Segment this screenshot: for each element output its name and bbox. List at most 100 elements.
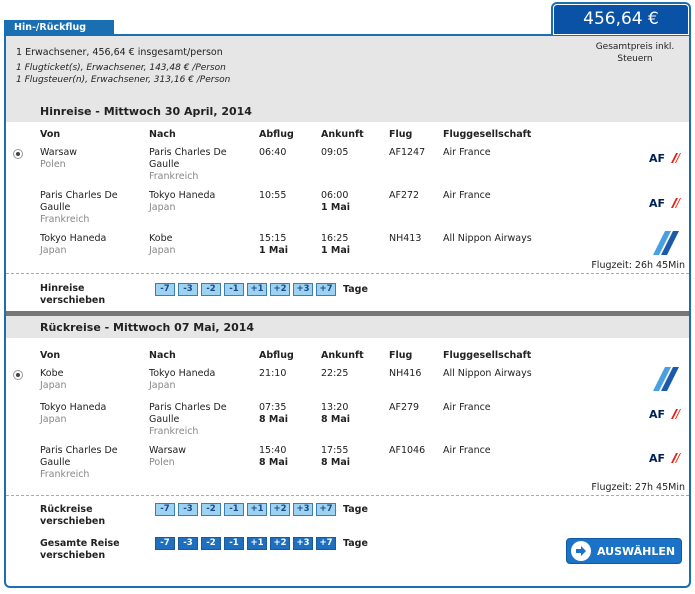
shift-minus-7[interactable]: -7 — [155, 503, 175, 516]
shift-minus-3[interactable]: -3 — [178, 503, 198, 516]
tage-label: Tage — [343, 284, 368, 295]
shift-minus-3[interactable]: -3 — [178, 283, 198, 296]
shift-plus-3[interactable]: +3 — [293, 283, 313, 296]
segment-from: Warsaw Polen — [40, 147, 78, 170]
shift-plus-2[interactable]: +2 — [270, 537, 290, 550]
segment-departure: 15:40 8 Mai — [259, 445, 289, 468]
shift-plus-1[interactable]: +1 — [247, 537, 267, 550]
col-flug: Flug — [389, 350, 413, 361]
summary-total-line: 1 Erwachsener, 456,64 € insgesamt/person — [16, 47, 223, 58]
outbound-radio[interactable] — [13, 149, 23, 159]
air-france-logo: AF — [649, 152, 681, 164]
shift-plus-7[interactable]: +7 — [316, 503, 336, 516]
shift-plus-1[interactable]: +1 — [247, 503, 267, 516]
return-header: Rückreise - Mittwoch 07 Mai, 2014 — [6, 316, 689, 338]
segment-airline: All Nippon Airways — [443, 233, 532, 244]
shift-minus-2[interactable]: -2 — [201, 503, 221, 516]
segment-departure: 15:15 1 Mai — [259, 233, 289, 256]
air-france-logo: AF — [649, 452, 681, 464]
segment-airline: Air France — [443, 147, 491, 158]
outbound-title: Hinreise - Mittwoch 30 April, 2014 — [40, 105, 252, 118]
segment-departure: 07:35 8 Mai — [259, 402, 289, 425]
total-price: 456,64 € — [554, 5, 688, 34]
air-france-logo: AF — [649, 197, 681, 209]
segment-flight-number: AF272 — [389, 190, 420, 201]
col-airline: Fluggesellschaft — [443, 350, 532, 361]
segment-airline: Air France — [443, 190, 491, 201]
divider — [6, 495, 689, 496]
segment-flight-number: AF1247 — [389, 147, 426, 158]
segment-from: Paris Charles De Gaulle Frankreich — [40, 445, 118, 480]
segment-flight-number: AF1046 — [389, 445, 426, 456]
shift-minus-1[interactable]: -1 — [224, 283, 244, 296]
shift-plus-3[interactable]: +3 — [293, 537, 313, 550]
return-shift-options: -7 -3 -2 -1 +1 +2 +3 +7 Tage — [155, 503, 368, 516]
flight-result-panel: 1 Erwachsener, 456,64 € insgesamt/person… — [4, 36, 691, 588]
ana-logo — [653, 231, 679, 255]
segment-flight-number: AF279 — [389, 402, 420, 413]
segment-from: Tokyo Haneda Japan — [40, 233, 107, 256]
shift-minus-7[interactable]: -7 — [155, 537, 175, 550]
select-button-label: AUSWÄHLEN — [597, 545, 676, 558]
segment-departure: 06:40 — [259, 147, 287, 158]
col-ankunft: Ankunft — [321, 350, 364, 361]
total-price-note: Gesamtpreis inkl. Steuern — [595, 42, 675, 64]
return-flight-time: Flugzeit: 27h 45Min — [591, 482, 685, 493]
col-nach: Nach — [149, 129, 176, 140]
total-shift-label: Gesamte Reise verschieben — [40, 538, 120, 561]
return-radio[interactable] — [13, 370, 23, 380]
shift-plus-7[interactable]: +7 — [316, 537, 336, 550]
segment-flight-number: NH416 — [389, 368, 422, 379]
segment-airline: Air France — [443, 445, 491, 456]
shift-minus-3[interactable]: -3 — [178, 537, 198, 550]
arrow-right-icon — [571, 541, 591, 561]
shift-minus-2[interactable]: -2 — [201, 537, 221, 550]
shift-plus-2[interactable]: +2 — [270, 283, 290, 296]
shift-plus-1[interactable]: +1 — [247, 283, 267, 296]
segment-to: Tokyo Haneda Japan — [149, 190, 216, 213]
segment-arrival: 16:25 1 Mai — [321, 233, 351, 256]
svg-text:AF: AF — [649, 408, 665, 420]
select-button[interactable]: AUSWÄHLEN — [566, 538, 682, 564]
shift-minus-7[interactable]: -7 — [155, 283, 175, 296]
segment-arrival: 17:55 8 Mai — [321, 445, 351, 468]
ana-logo — [653, 367, 679, 391]
summary-ticket-line: 1 Flugticket(s), Erwachsener, 143,48 € /… — [16, 63, 226, 73]
segment-to: Paris Charles De Gaulle Frankreich — [149, 147, 227, 182]
segment-to: Tokyo Haneda Japan — [149, 368, 216, 391]
shift-plus-3[interactable]: +3 — [293, 503, 313, 516]
segment-arrival: 09:05 — [321, 147, 349, 158]
col-nach: Nach — [149, 350, 176, 361]
shift-plus-7[interactable]: +7 — [316, 283, 336, 296]
divider — [6, 273, 689, 274]
segment-from: Kobe Japan — [40, 368, 67, 391]
svg-text:AF: AF — [649, 452, 665, 464]
segment-flight-number: NH413 — [389, 233, 422, 244]
col-airline: Fluggesellschaft — [443, 129, 532, 140]
shift-minus-1[interactable]: -1 — [224, 537, 244, 550]
total-price-box: 456,64 € — [551, 2, 691, 37]
segment-airline: All Nippon Airways — [443, 368, 532, 379]
summary-tax-line: 1 Flugsteuer(n), Erwachsener, 313,16 € /… — [16, 75, 231, 85]
price-summary: 1 Erwachsener, 456,64 € insgesamt/person… — [6, 36, 689, 100]
segment-arrival: 06:00 1 Mai — [321, 190, 351, 213]
col-abflug: Abflug — [259, 350, 294, 361]
segment-arrival: 13:20 8 Mai — [321, 402, 351, 425]
segment-departure: 21:10 — [259, 368, 287, 379]
return-title: Rückreise - Mittwoch 07 Mai, 2014 — [40, 321, 255, 334]
col-flug: Flug — [389, 129, 413, 140]
outbound-shift-label: Hinreise verschieben — [40, 283, 106, 306]
col-von: Von — [40, 350, 61, 361]
col-ankunft: Ankunft — [321, 129, 364, 140]
segment-departure: 10:55 — [259, 190, 287, 201]
segment-from: Tokyo Haneda Japan — [40, 402, 107, 425]
shift-plus-2[interactable]: +2 — [270, 503, 290, 516]
return-shift-label: Rückreise verschieben — [40, 504, 106, 527]
shift-minus-1[interactable]: -1 — [224, 503, 244, 516]
tage-label: Tage — [343, 504, 368, 515]
shift-minus-2[interactable]: -2 — [201, 283, 221, 296]
air-france-logo: AF — [649, 408, 681, 420]
segment-to: Warsaw Polen — [149, 445, 187, 468]
outbound-shift-options: -7 -3 -2 -1 +1 +2 +3 +7 Tage — [155, 283, 368, 296]
total-shift-options: -7 -3 -2 -1 +1 +2 +3 +7 Tage — [155, 537, 368, 550]
